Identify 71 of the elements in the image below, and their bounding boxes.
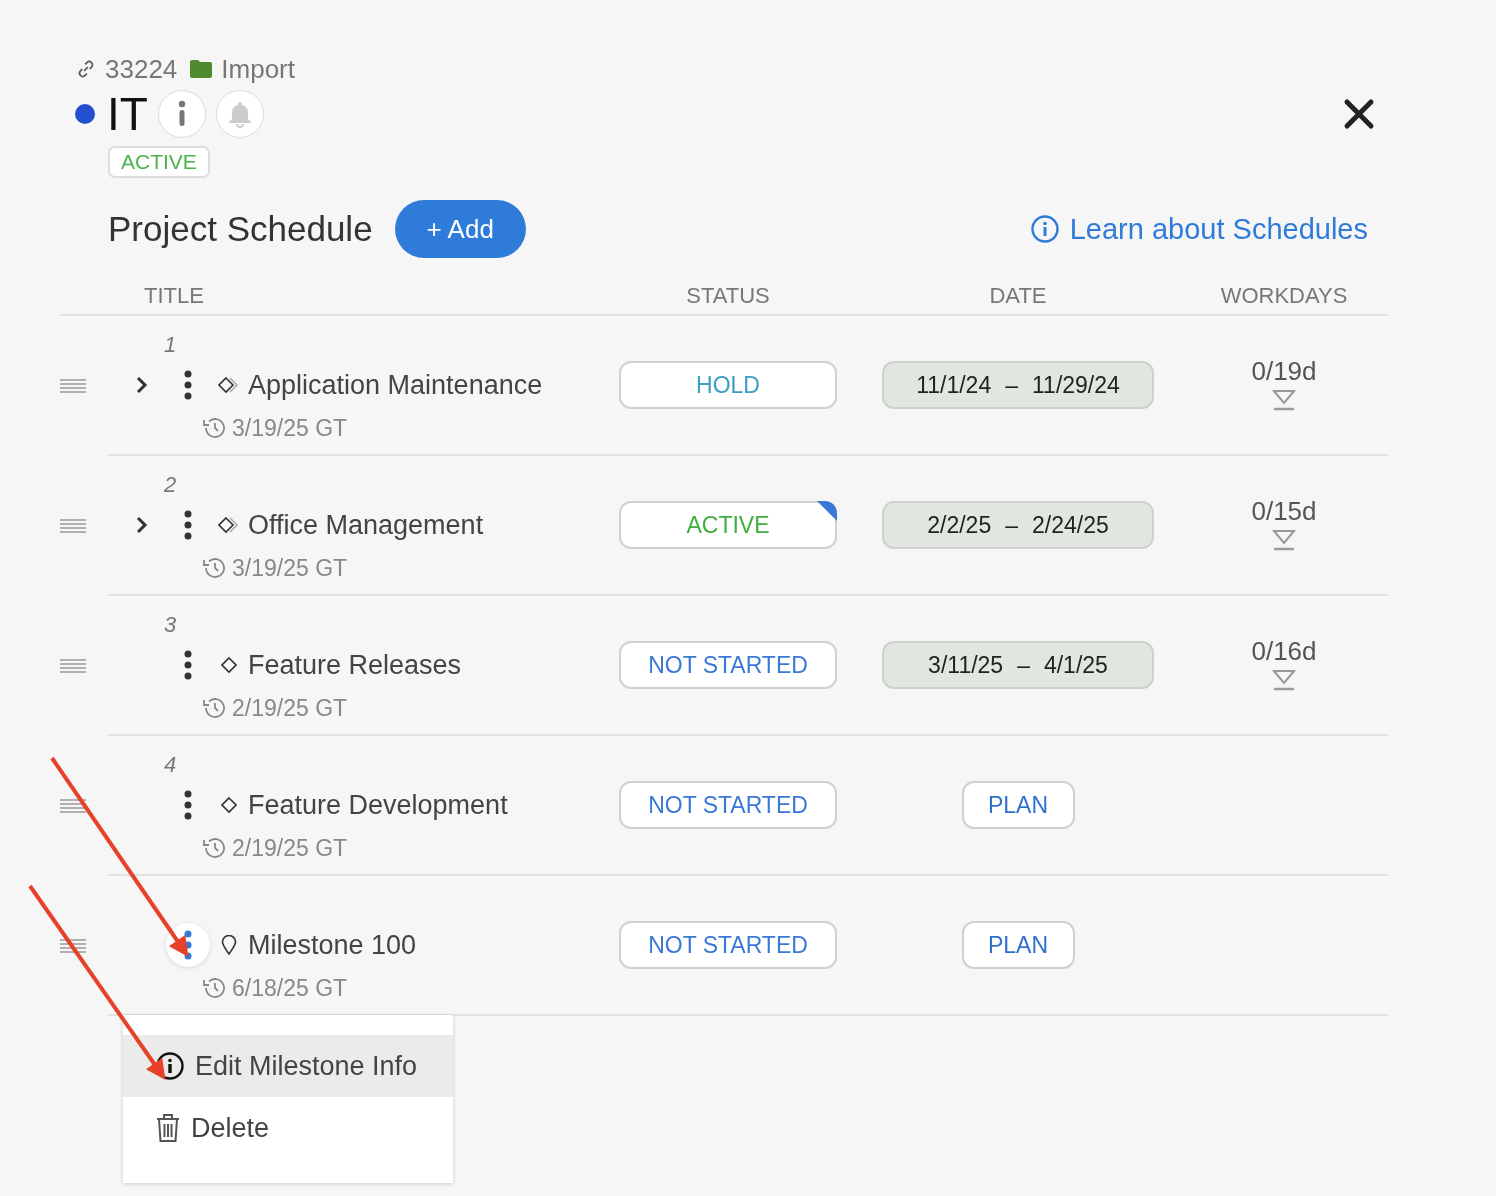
add-button[interactable]: + Add [394,200,526,258]
date-range-button[interactable]: 11/1/24 – 11/29/24 [882,361,1154,409]
row-number: 2 [164,472,177,497]
menu-item[interactable]: Delete [123,1097,453,1159]
row-number: 3 [164,612,177,637]
history-icon [202,557,226,579]
diamond-icon [221,656,237,674]
hourglass-icon [1272,388,1296,411]
column-header: STATUS [685,283,771,309]
plan-button[interactable]: PLAN [961,921,1075,969]
info-icon [155,1051,185,1081]
double-diamond-icon [218,376,240,394]
info-icon [1029,214,1060,244]
chevron-right-icon[interactable] [136,516,148,534]
workdays-value: 0/19d [1251,355,1317,387]
row-title[interactable]: Milestone 100 [248,929,417,961]
row-title[interactable]: Application Maintenance [248,369,543,401]
row-title[interactable]: Feature Development [248,789,508,821]
kebab-icon [184,370,192,400]
pin-icon [221,935,237,955]
folder-name: Import [221,53,295,85]
history-icon [202,417,226,439]
drag-handle-icon[interactable] [60,799,86,813]
section-title: Project Schedule [108,209,373,249]
bell-icon [226,100,253,128]
menu-item-label[interactable]: Delete [191,1112,270,1144]
row-title[interactable]: Office Management [248,509,484,541]
kebab-icon [184,930,192,960]
history-icon [202,837,226,859]
close-button[interactable] [1343,98,1375,130]
drag-handle-icon[interactable] [60,379,86,393]
kebab-icon [184,790,192,820]
status-button[interactable]: NOT STARTED [619,921,837,969]
column-header: TITLE [143,283,205,309]
diamond-icon [221,796,237,814]
column-header: DATE [988,283,1048,309]
menu-item[interactable]: Edit Milestone Info [123,1035,453,1097]
status-button[interactable]: NOT STARTED [619,641,837,689]
updated-date: 2/19/25 GT [232,694,348,722]
project-id: 33224 [105,53,178,85]
updated-date: 3/19/25 GT [232,414,348,442]
trash-icon [155,1113,181,1143]
date-range-button[interactable]: 2/2/25 – 2/24/25 [882,501,1154,549]
history-icon [202,697,226,719]
updated-date: 3/19/25 GT [232,554,348,582]
updated-date: 2/19/25 GT [232,834,348,862]
column-header: WORKDAYS [1219,283,1349,309]
workdays-value: 0/15d [1251,495,1317,527]
date-range-button[interactable]: 3/11/25 – 4/1/25 [882,641,1154,689]
drag-handle-icon[interactable] [60,659,86,673]
double-diamond-icon [218,516,240,534]
row-number: 4 [164,752,177,777]
status-button[interactable]: NOT STARTED [619,781,837,829]
updated-date: 6/18/25 GT [232,974,348,1002]
plan-button[interactable]: PLAN [961,781,1075,829]
folder-icon [189,59,214,79]
row-number: 1 [164,332,177,357]
drag-handle-icon[interactable] [60,519,86,533]
hourglass-icon [1272,668,1296,691]
project-name: IT [107,87,148,141]
history-icon [202,977,226,999]
project-status-badge: ACTIVE [108,146,210,178]
row-title[interactable]: Feature Releases [248,649,462,681]
drag-handle-icon[interactable] [60,939,86,953]
workdays-value: 0/16d [1251,635,1317,667]
menu-item-label[interactable]: Edit Milestone Info [195,1050,418,1082]
kebab-icon [184,650,192,680]
info-button[interactable] [157,90,206,138]
kebab-icon [184,510,192,540]
chevron-right-icon[interactable] [136,376,148,394]
hourglass-icon [1272,528,1296,551]
